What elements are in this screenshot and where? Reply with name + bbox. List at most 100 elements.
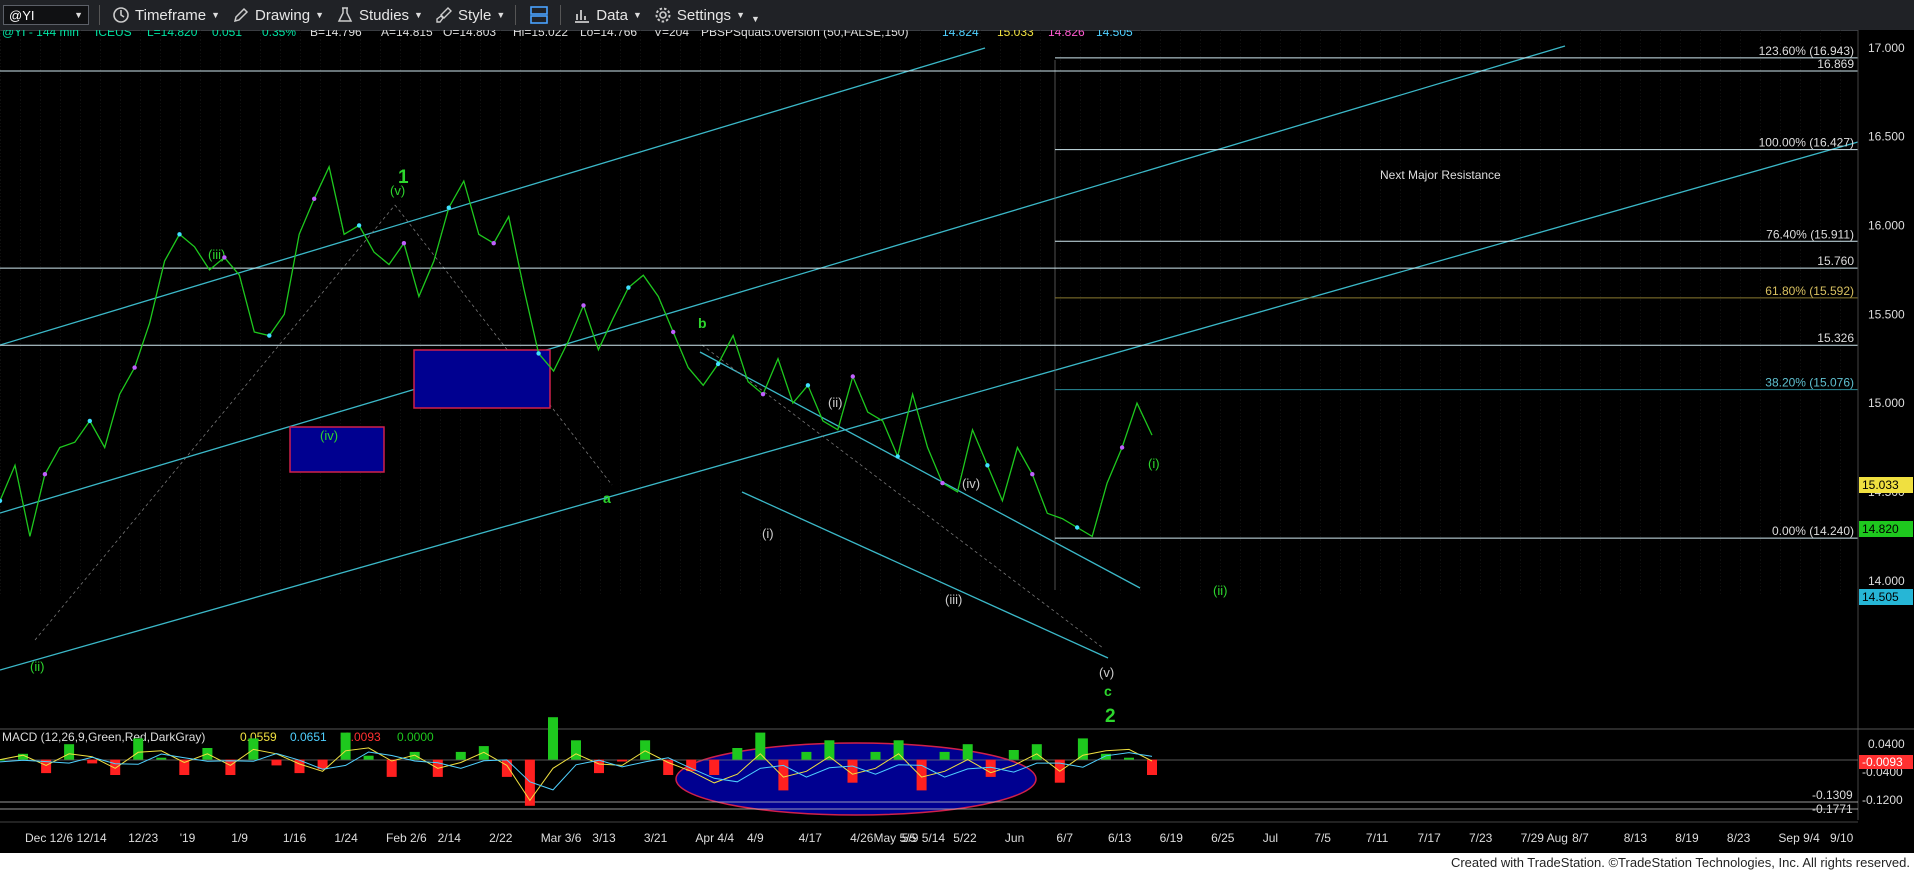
time-tick: 7/29 Aug <box>1521 831 1568 845</box>
macd-bar <box>179 759 190 775</box>
macd-bar <box>916 759 927 791</box>
time-tick: 3/13 <box>592 831 616 845</box>
more-icon[interactable]: ▼ <box>751 14 760 24</box>
macd-bar <box>455 751 466 760</box>
time-tick: '19 <box>180 831 196 845</box>
macd-bar <box>571 740 581 760</box>
timeframe-button[interactable]: Timeframe ▼ <box>112 6 220 24</box>
clock-icon <box>113 7 129 23</box>
wave-label: (ii) <box>1213 583 1227 598</box>
macd-tick: -0.1200 <box>1862 793 1903 807</box>
macd-zero: 0.0000 <box>397 730 434 744</box>
time-tick: 7/17 <box>1417 831 1441 845</box>
price-point <box>491 241 496 246</box>
header-last: L=14.820 <box>147 30 198 39</box>
price-point <box>1075 525 1080 530</box>
macd-bar <box>1100 753 1111 760</box>
time-tick: 8/19 <box>1675 831 1699 845</box>
wave-label: a <box>603 490 611 506</box>
macd-bar <box>548 717 558 760</box>
wave-label: (v) <box>390 183 405 198</box>
wave-label: c <box>1104 683 1112 699</box>
macd-bar <box>386 759 397 777</box>
macd-bar <box>709 759 720 775</box>
price-point <box>356 223 362 228</box>
header-study: PBSPSquat5.0version (50,FALSE,150) <box>701 30 908 39</box>
chevron-down-icon: ▼ <box>315 10 324 20</box>
wave-label: 2 <box>1105 706 1116 727</box>
price-point <box>940 480 945 486</box>
chart-header: @YI - 144 min ICEUS L=14.820 0.051 0.35%… <box>2 30 1133 39</box>
time-tick: Mar 3/6 <box>541 831 582 845</box>
drawing-button[interactable]: Drawing ▼ <box>232 6 324 24</box>
price-point <box>626 285 631 290</box>
macd-bar <box>363 755 374 760</box>
fib-level-label: 15.760 <box>1817 254 1854 268</box>
price-point <box>401 241 407 246</box>
time-tick: Apr 4/4 <box>695 831 734 845</box>
toolbar: @YI ▼ Timeframe ▼ Drawing ▼ Studies ▼ St… <box>0 0 1914 31</box>
macd-bar <box>778 759 789 791</box>
price-point <box>1119 445 1125 450</box>
divider <box>99 5 100 25</box>
price-point <box>87 418 93 424</box>
flask-icon <box>337 7 353 22</box>
time-tick: 1/24 <box>334 831 358 845</box>
macd-bar <box>156 757 167 760</box>
price-tick: 17.000 <box>1868 41 1905 55</box>
time-tick: Feb 2/6 <box>386 831 427 845</box>
macd-bar <box>1124 757 1134 760</box>
fib-level-label: 61.80% (15.592) <box>1765 284 1854 298</box>
macd-bar <box>870 751 881 760</box>
symbol-selector[interactable]: @YI ▼ <box>3 5 89 25</box>
layout-button[interactable] <box>528 4 550 26</box>
time-tick: 2/14 <box>438 831 462 845</box>
macd-bar <box>64 744 75 760</box>
macd-bar <box>755 732 766 760</box>
time-tick: 4/17 <box>799 831 823 845</box>
data-button[interactable]: Data ▼ <box>573 6 642 24</box>
wave-label: (i) <box>762 526 774 541</box>
price-point <box>895 454 900 459</box>
fib-level-label: 15.326 <box>1817 331 1854 345</box>
fib-level-label: 123.60% (16.943) <box>1759 44 1854 58</box>
wave-label: (i) <box>1148 456 1160 471</box>
wave-label: (iv) <box>962 476 980 491</box>
chart-grid <box>0 30 1858 595</box>
settings-button[interactable]: Settings ▼ <box>654 6 745 24</box>
windows-icon <box>530 6 549 24</box>
chevron-down-icon: ▼ <box>496 10 506 20</box>
pencil-icon <box>234 7 249 23</box>
macd-bar <box>617 759 628 762</box>
time-tick: Jul <box>1263 831 1278 845</box>
gear-icon <box>655 7 671 23</box>
price-tick: 16.000 <box>1868 218 1905 232</box>
price-marker: 15.033 <box>1862 478 1899 492</box>
study-val-3: 14.826 <box>1048 30 1085 39</box>
wave-label: (iii) <box>208 247 225 262</box>
studies-button[interactable]: Studies ▼ <box>336 6 423 24</box>
macd-bar <box>962 744 973 760</box>
price-chart[interactable]: @YI - 144 min ICEUS L=14.820 0.051 0.35%… <box>0 30 1914 853</box>
time-tick: 1/9 <box>231 831 248 845</box>
time-tick: 6/25 <box>1211 831 1235 845</box>
price-point <box>177 232 182 237</box>
macd-bar <box>663 759 674 775</box>
style-button[interactable]: Style ▼ <box>435 6 505 24</box>
macd-tick: 0.0400 <box>1868 737 1905 751</box>
time-tick: 8/23 <box>1727 831 1751 845</box>
header-pct: 0.35% <box>262 30 296 39</box>
macd-header: MACD (12,26,9,Green,Red,DarkGray) 0.0559… <box>2 730 434 744</box>
chevron-down-icon: ▼ <box>414 10 423 20</box>
timeframe-label: Timeframe <box>135 6 207 24</box>
time-tick: 12/23 <box>128 831 158 845</box>
time-tick: 5/22 <box>953 831 977 845</box>
data-label: Data <box>596 6 628 24</box>
header-symbol: @YI - 144 min <box>2 30 79 39</box>
price-point <box>132 365 137 370</box>
chevron-down-icon: ▼ <box>736 10 745 20</box>
chevron-down-icon: ▼ <box>211 10 221 20</box>
macd-bar <box>133 738 144 760</box>
time-tick: 8/13 <box>1624 831 1648 845</box>
wave-label: (iii) <box>945 592 962 607</box>
